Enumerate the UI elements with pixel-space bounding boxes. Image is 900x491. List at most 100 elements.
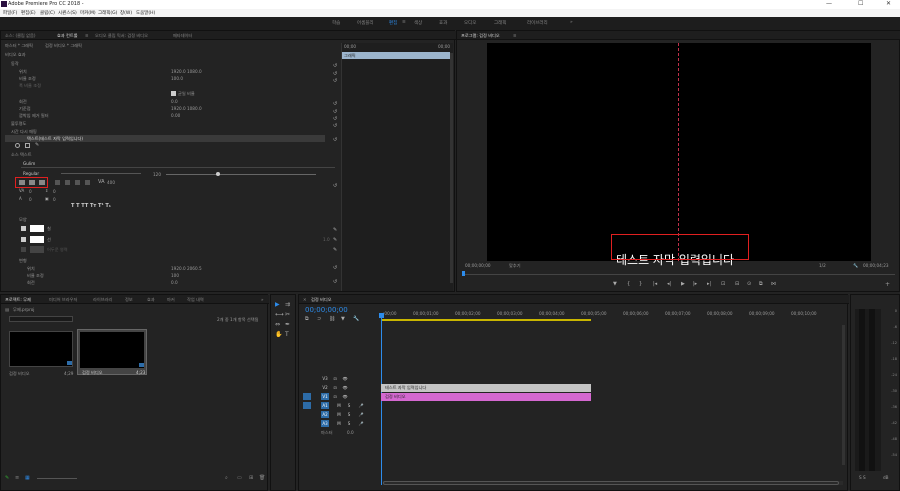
list-view-icon[interactable]: ≡ — [15, 475, 19, 481]
track-lock-icon[interactable]: ⊡ — [331, 393, 339, 400]
track-eye-icon[interactable]: 👁 — [341, 384, 349, 391]
breadcrumb-master[interactable]: 마스터 * 그래픽 — [5, 43, 33, 49]
workspace-audio[interactable]: 오디오 — [464, 20, 476, 26]
lift-button[interactable]: ⊡ — [721, 281, 725, 287]
t-scale-value[interactable]: 100 — [171, 273, 179, 278]
track-mic-icon[interactable]: 🎤 — [357, 402, 365, 409]
go-to-out-button[interactable]: ▸| — [707, 281, 711, 287]
track-v1[interactable]: V1 ⊡ 👁 검정 비디오 — [299, 393, 849, 402]
track-source-v1[interactable] — [303, 393, 311, 400]
timeline-scroll-thumb[interactable] — [383, 481, 839, 485]
track-a2[interactable]: A2 M S 🎤 — [299, 411, 849, 420]
menu-file[interactable]: 파일(F) — [3, 10, 17, 16]
effect-opacity[interactable]: 불투명도 — [11, 121, 26, 127]
effect-motion[interactable]: 동작 — [11, 61, 19, 67]
timeline-settings-icon[interactable]: 🔧 — [353, 316, 359, 322]
master-volume[interactable]: 0.0 — [347, 430, 354, 435]
minimize-button[interactable]: — — [826, 0, 832, 7]
snap-icon[interactable]: ⊃ — [317, 316, 321, 322]
track-label-v3[interactable]: V3 — [321, 375, 329, 382]
breadcrumb-clip[interactable]: 검정 비디오 * 그래픽 — [45, 43, 82, 49]
tab-markers[interactable]: 마커 — [167, 297, 175, 303]
tab-info[interactable]: 정보 — [125, 297, 133, 303]
prop-rotation-value[interactable]: 0.0 — [171, 99, 178, 104]
uniform-scale-checkbox[interactable] — [171, 91, 176, 96]
menu-edit[interactable]: 편집(E) — [21, 10, 36, 16]
workspace-assembly[interactable]: 어셈블리 — [357, 20, 374, 26]
rect-mask-icon[interactable] — [25, 143, 30, 148]
program-quality-select[interactable]: 1/2 — [819, 263, 826, 268]
eyedropper-fill-icon[interactable]: ✎ — [333, 227, 337, 233]
project-tabs-more[interactable]: » — [261, 297, 264, 302]
eyedropper-stroke-icon[interactable]: ✎ — [333, 237, 337, 243]
menu-marker[interactable]: 마커(M) — [80, 10, 96, 16]
icon-view-icon[interactable]: ▦ — [25, 475, 30, 481]
play-button[interactable]: ▶ — [681, 281, 685, 287]
timeline-timecode[interactable]: 00;00;00;00 — [305, 306, 348, 314]
leading-value[interactable]: 0 — [53, 189, 56, 194]
track-label-v2[interactable]: V2 — [321, 384, 329, 391]
menu-window[interactable]: 창(W) — [120, 10, 132, 16]
stroke-value[interactable]: 1.0 — [323, 237, 330, 242]
track-lock-icon[interactable]: ⊡ — [331, 384, 339, 391]
ellipse-mask-icon[interactable] — [15, 143, 20, 148]
tab-history[interactable]: 작업 내역 — [187, 297, 204, 303]
program-timecode[interactable]: 00;00;00;00 — [465, 263, 491, 268]
track-label-a3[interactable]: A3 — [321, 420, 329, 427]
program-playhead[interactable] — [462, 271, 465, 276]
tab-project[interactable]: 프로젝트: 무제 — [5, 297, 31, 303]
slip-tool-icon[interactable]: ⇔ — [275, 321, 280, 328]
track-lock-icon[interactable]: ⊡ — [331, 375, 339, 382]
track-mute-button[interactable]: M — [335, 402, 343, 409]
step-back-button[interactable]: ◂| — [667, 281, 671, 287]
more-controls-button[interactable]: ⋈ — [771, 281, 776, 287]
workspace-graphics[interactable]: 그래픽 — [494, 20, 506, 26]
menu-help[interactable]: 도움말(H) — [136, 10, 155, 16]
pen-tool-icon[interactable]: ✒ — [285, 321, 290, 328]
button-editor-icon[interactable]: + — [885, 281, 890, 288]
track-target-v3[interactable] — [303, 375, 311, 382]
prop-position-value[interactable]: 1920.0 1080.0 — [171, 69, 202, 74]
track-label-v1[interactable]: V1 — [321, 393, 329, 400]
workspace-effects[interactable]: 효과 — [439, 20, 447, 26]
timeline-playhead-handle[interactable] — [379, 313, 384, 318]
step-forward-button[interactable]: |▸ — [693, 281, 697, 287]
hand-tool-icon[interactable]: ✋ — [275, 331, 282, 338]
project-item-name[interactable]: 검정 비디오 — [9, 371, 30, 377]
timeline-tab-title[interactable]: 검정 비디오 — [311, 297, 332, 303]
font-size-value[interactable]: 120 — [153, 172, 161, 177]
new-bin-icon[interactable]: ▭ — [237, 475, 242, 481]
zoom-slider[interactable] — [37, 478, 77, 479]
write-protect-icon[interactable]: ✎ — [5, 475, 9, 481]
track-master[interactable]: 마스터 0.0 — [299, 429, 849, 438]
tab-menu-icon[interactable]: ≡ — [85, 33, 89, 38]
comparison-view-button[interactable]: ⧉ — [759, 281, 763, 287]
mini-timeline-clip[interactable]: 그래픽 — [342, 52, 450, 59]
new-item-icon[interactable]: ⊞ — [249, 475, 253, 481]
program-tab-menu-icon[interactable]: ≡ — [513, 33, 517, 38]
reset-text-icon[interactable]: ↺ — [333, 137, 337, 143]
project-item-selected[interactable]: 검정 비디오 4;23 — [77, 329, 147, 375]
tsume-value[interactable]: 0 — [53, 197, 56, 202]
program-fit-select[interactable]: 맞추기 — [509, 263, 521, 269]
prop-antiflicker-value[interactable]: 0.00 — [171, 113, 180, 118]
clip-v1-black-video[interactable]: 검정 비디오 — [381, 393, 591, 401]
workspace-more[interactable]: » — [570, 20, 573, 25]
clip-v2-graphic[interactable]: 테스트 자막 입력입니다 — [381, 384, 591, 392]
menu-graphics[interactable]: 그래픽(G) — [98, 10, 117, 16]
font-size-slider-handle[interactable] — [216, 172, 220, 176]
prop-anchor-value[interactable]: 1920.0 1080.0 — [171, 106, 202, 111]
tab-metadata[interactable]: 메타데이터 — [173, 33, 192, 39]
stroke-color-swatch[interactable] — [30, 236, 44, 243]
text-style-icons[interactable]: T T TT Tт T¹ T₁ — [71, 203, 111, 209]
meter-solo-labels[interactable]: S S — [859, 475, 866, 480]
razor-tool-icon[interactable]: ✂ — [285, 311, 290, 318]
track-mute-button[interactable]: M — [335, 420, 343, 427]
font-style-select[interactable]: Regular — [23, 171, 39, 176]
tab-effects[interactable]: 효과 — [147, 297, 155, 303]
justify-right-icon[interactable] — [75, 180, 80, 185]
program-tab-title[interactable]: 프로그램: 검정 비디오 — [461, 33, 500, 39]
nest-icon[interactable]: ⧉ — [305, 316, 309, 322]
linked-selection-icon[interactable]: ⛓ — [329, 316, 335, 322]
program-wrench-icon[interactable]: 🔧 — [853, 263, 858, 269]
